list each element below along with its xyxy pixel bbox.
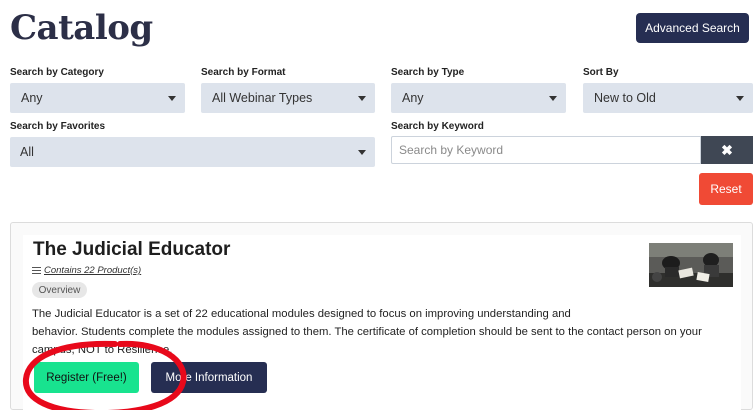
chevron-down-icon	[168, 96, 176, 101]
description-line: behavior. Students complete the modules …	[32, 326, 702, 338]
format-select-value: All Webinar Types	[212, 91, 313, 105]
keyword-filter-label: Search by Keyword	[391, 121, 484, 132]
reset-button[interactable]: Reset	[699, 173, 753, 205]
overview-tag[interactable]: Overview	[32, 282, 87, 298]
chevron-down-icon	[358, 96, 366, 101]
list-icon	[32, 267, 41, 274]
contains-products-link[interactable]: Contains 22 Product(s)	[32, 265, 141, 276]
product-title[interactable]: The Judicial Educator	[33, 239, 230, 261]
description-line: campus, NOT to Resilience.	[32, 344, 173, 356]
favorites-select[interactable]: All	[10, 137, 375, 167]
product-description: The Judicial Educator is a set of 22 edu…	[32, 305, 742, 359]
type-select[interactable]: Any	[391, 83, 566, 113]
chevron-down-icon	[549, 96, 557, 101]
category-filter-label: Search by Category	[10, 67, 104, 78]
product-thumbnail-image	[649, 243, 733, 287]
sort-select-value: New to Old	[594, 91, 656, 105]
advanced-search-button[interactable]: Advanced Search	[636, 13, 749, 43]
chevron-down-icon	[736, 96, 744, 101]
category-select-value: Any	[21, 91, 43, 105]
format-filter-label: Search by Format	[201, 67, 286, 78]
close-icon: ✖	[721, 141, 733, 158]
clear-keyword-button[interactable]: ✖	[701, 136, 753, 164]
sort-by-label: Sort By	[583, 67, 619, 78]
type-filter-label: Search by Type	[391, 67, 465, 78]
keyword-search-input[interactable]	[391, 136, 701, 164]
more-information-button[interactable]: More Information	[151, 362, 267, 393]
page-title: Catalog	[10, 8, 153, 48]
category-select[interactable]: Any	[10, 83, 185, 113]
type-select-value: Any	[402, 91, 424, 105]
register-button[interactable]: Register (Free!)	[34, 362, 139, 393]
favorites-filter-label: Search by Favorites	[10, 121, 106, 132]
chevron-down-icon	[358, 150, 366, 155]
description-line: The Judicial Educator is a set of 22 edu…	[32, 308, 571, 320]
format-select[interactable]: All Webinar Types	[201, 83, 375, 113]
contains-products-text: Contains 22 Product(s)	[44, 265, 142, 276]
favorites-select-value: All	[20, 145, 34, 159]
sort-select[interactable]: New to Old	[583, 83, 753, 113]
